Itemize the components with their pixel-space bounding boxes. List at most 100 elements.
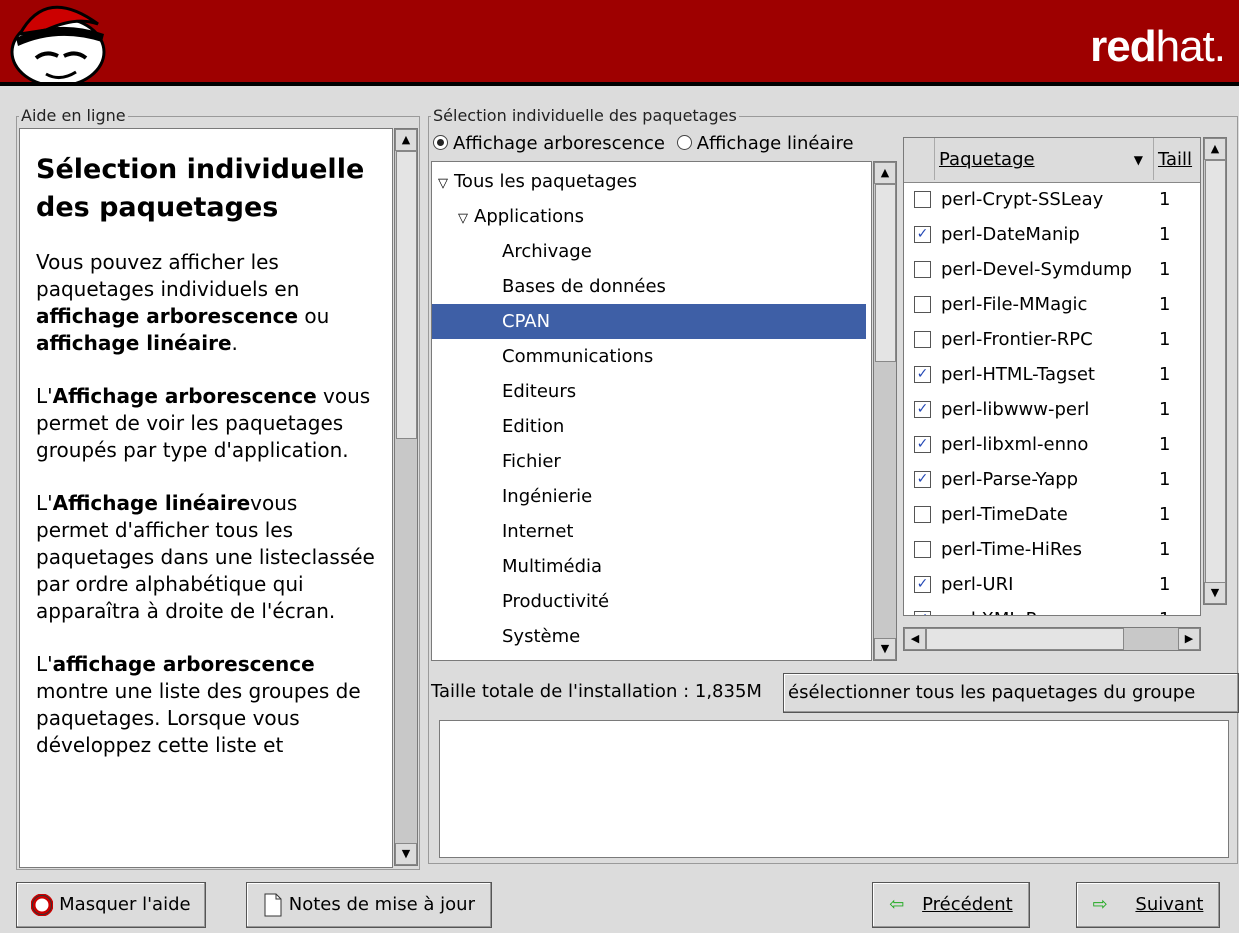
tree-node-9[interactable]: Ingénierie [432,479,866,514]
scroll-up-icon[interactable]: ▲ [395,129,417,151]
tree-node-13[interactable]: Système [432,619,866,654]
package-size: 1 [1159,539,1171,560]
tree-scrollbar[interactable]: ▲ ▼ [873,161,897,661]
package-row[interactable]: perl-Time-HiRes 1 [904,532,1200,567]
size-column-header[interactable]: Taill [1154,138,1200,180]
help-scrollbar[interactable]: ▲ ▼ [394,128,418,866]
hscroll-thumb[interactable] [926,628,1124,650]
tree-node-label: Ingénierie [502,486,593,507]
package-size: 1 [1159,364,1171,385]
checkbox-checked-icon[interactable]: ✓ [914,226,931,243]
package-row[interactable]: perl-File-MMagic 1 [904,287,1200,322]
package-size: 1 [1159,434,1171,455]
tree-node-5[interactable]: Communications [432,339,866,374]
package-row[interactable]: perl-TimeDate 1 [904,497,1200,532]
lifebuoy-icon [31,894,54,916]
package-list: Paquetage ▼ Taill perl-Crypt-SSLeay 1 ✓ perl… [903,137,1201,616]
tree-node-10[interactable]: Internet [432,514,866,549]
tree-node-12[interactable]: Productivité [432,584,866,619]
package-list-hscrollbar[interactable]: ◀ ▶ [903,627,1201,651]
package-row[interactable]: ✓ perl-HTML-Tagset 1 [904,357,1200,392]
scroll-thumb[interactable] [396,151,417,439]
scroll-down-icon[interactable]: ▼ [874,638,896,660]
tree-node-1[interactable]: ▽ Applications [432,199,866,234]
package-name: perl-Time-HiRes [941,539,1082,560]
package-row[interactable]: ✓ perl-Parse-Yapp 1 [904,462,1200,497]
checkbox-unchecked-icon[interactable] [914,261,931,278]
checkbox-checked-icon[interactable]: ✓ [914,401,931,418]
package-row[interactable]: ✓ perl-libxml-enno 1 [904,427,1200,462]
package-row[interactable]: perl-Crypt-SSLeay 1 [904,182,1200,217]
help-paragraph-1: Vous pouvez afficher les paquetages indi… [36,250,330,355]
checkbox-checked-icon[interactable]: ✓ [914,611,931,615]
tree-node-6[interactable]: Editeurs [432,374,866,409]
tree-node-8[interactable]: Fichier [432,444,866,479]
total-install-size: Taille totale de l'installation : 1,835M [431,681,762,702]
tree-node-label: Internet [502,521,574,542]
scroll-up-icon[interactable]: ▲ [874,162,896,184]
checkbox-checked-icon[interactable]: ✓ [914,576,931,593]
checkbox-checked-icon[interactable]: ✓ [914,471,931,488]
package-size: 1 [1159,469,1171,490]
view-mode-radios: Affichage arborescence Affichage linéair… [433,133,854,154]
expander-triangle-icon[interactable]: ▽ [438,176,448,191]
radio-selected-icon[interactable] [433,135,448,150]
tree-node-label: Multimédia [502,556,603,577]
help-text-area: Sélection individuelle des paquetages Vo… [19,128,393,868]
tree-node-label: Edition [502,416,565,437]
document-icon [264,893,282,917]
checkbox-unchecked-icon[interactable] [914,296,931,313]
package-row[interactable]: perl-Devel-Symdump 1 [904,252,1200,287]
package-selection-panel: Sélection individuelle des paquetages Af… [428,106,1239,864]
tree-node-2[interactable]: Archivage [432,234,866,269]
scroll-right-icon[interactable]: ▶ [1178,628,1200,650]
package-name: perl-libwww-perl [941,399,1090,420]
scroll-down-icon[interactable]: ▼ [395,843,417,865]
selection-panel-legend: Sélection individuelle des paquetages [431,106,739,125]
arrow-left-icon: ⇦ [889,894,905,915]
tree-node-11[interactable]: Multimédia [432,549,866,584]
tree-view-radio[interactable]: Affichage arborescence [433,133,665,154]
scroll-thumb[interactable] [1205,160,1226,586]
release-notes-button[interactable]: Notes de mise à jour [246,882,492,928]
tree-node-label: Système [502,626,581,647]
scroll-thumb[interactable] [875,184,896,362]
package-row[interactable]: ✓ perl-URI 1 [904,567,1200,602]
check-column-header[interactable] [904,138,935,180]
hide-help-button[interactable]: Masquer l'aide [16,882,206,928]
checkbox-unchecked-icon[interactable] [914,331,931,348]
scroll-left-icon[interactable]: ◀ [904,628,926,650]
previous-button[interactable]: ⇦ Précédent [872,882,1030,928]
scroll-up-icon[interactable]: ▲ [1204,138,1226,160]
expander-triangle-icon[interactable]: ▽ [458,211,468,226]
package-row[interactable]: ✓ perl-XML-Parser 1 [904,602,1200,615]
checkbox-checked-icon[interactable]: ✓ [914,436,931,453]
package-row[interactable]: ✓ perl-libwww-perl 1 [904,392,1200,427]
redhat-banner: redhat. [0,0,1239,86]
package-list-scrollbar[interactable]: ▲ ▼ [1203,137,1227,605]
tree-node-label: CPAN [502,311,551,332]
checkbox-unchecked-icon[interactable] [914,506,931,523]
package-row[interactable]: ✓ perl-DateManip 1 [904,217,1200,252]
checkbox-checked-icon[interactable]: ✓ [914,366,931,383]
tree-node-4[interactable]: CPAN [432,304,866,339]
package-size: 1 [1159,224,1171,245]
tree-node-7[interactable]: Edition [432,409,866,444]
sort-down-icon: ▼ [1133,153,1143,167]
tree-node-label: Bases de données [502,276,666,297]
package-name: perl-File-MMagic [941,294,1088,315]
help-title: Sélection individuelle des paquetages [36,154,365,223]
tree-node-0[interactable]: ▽ Tous les paquetages [432,164,866,199]
checkbox-unchecked-icon[interactable] [914,191,931,208]
scroll-down-icon[interactable]: ▼ [1204,582,1226,604]
tree-node-3[interactable]: Bases de données [432,269,866,304]
package-group-tree: ▽ Tous les paquetages ▽ Applications Archiva… [431,161,872,661]
package-row[interactable]: perl-Frontier-RPC 1 [904,322,1200,357]
linear-view-radio[interactable]: Affichage linéaire [676,133,854,154]
online-help-panel: Aide en ligne Sélection individuelle des… [16,106,420,870]
deselect-all-button[interactable]: ésélectionner tous les paquetages du gro… [783,673,1239,713]
checkbox-unchecked-icon[interactable] [914,541,931,558]
next-button[interactable]: ⇨ Suivant [1076,882,1220,928]
radio-unselected-icon[interactable] [676,135,692,150]
name-column-header[interactable]: Paquetage ▼ [935,138,1154,180]
